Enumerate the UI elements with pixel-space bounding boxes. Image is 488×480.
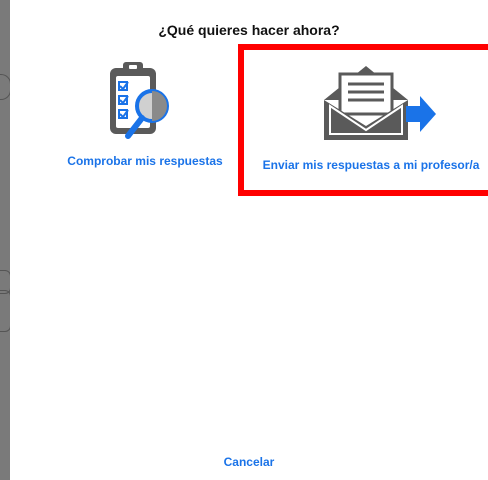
background-page-strip (0, 0, 10, 480)
action-dialog: ¿Qué quieres hacer ahora? Comprobar mis … (10, 0, 488, 480)
check-answers-option[interactable]: Comprobar mis respuestas (40, 44, 250, 196)
dialog-title: ¿Qué quieres hacer ahora? (158, 22, 340, 38)
send-answers-option[interactable]: Enviar mis respuestas a mi profesor/a (238, 44, 488, 196)
cancel-button[interactable]: Cancelar (10, 455, 488, 469)
check-answers-label: Comprobar mis respuestas (67, 154, 223, 168)
clipboard-magnifier-icon (104, 58, 184, 153)
send-answers-label: Enviar mis respuestas a mi profesor/a (262, 158, 480, 172)
envelope-send-icon (320, 60, 440, 151)
